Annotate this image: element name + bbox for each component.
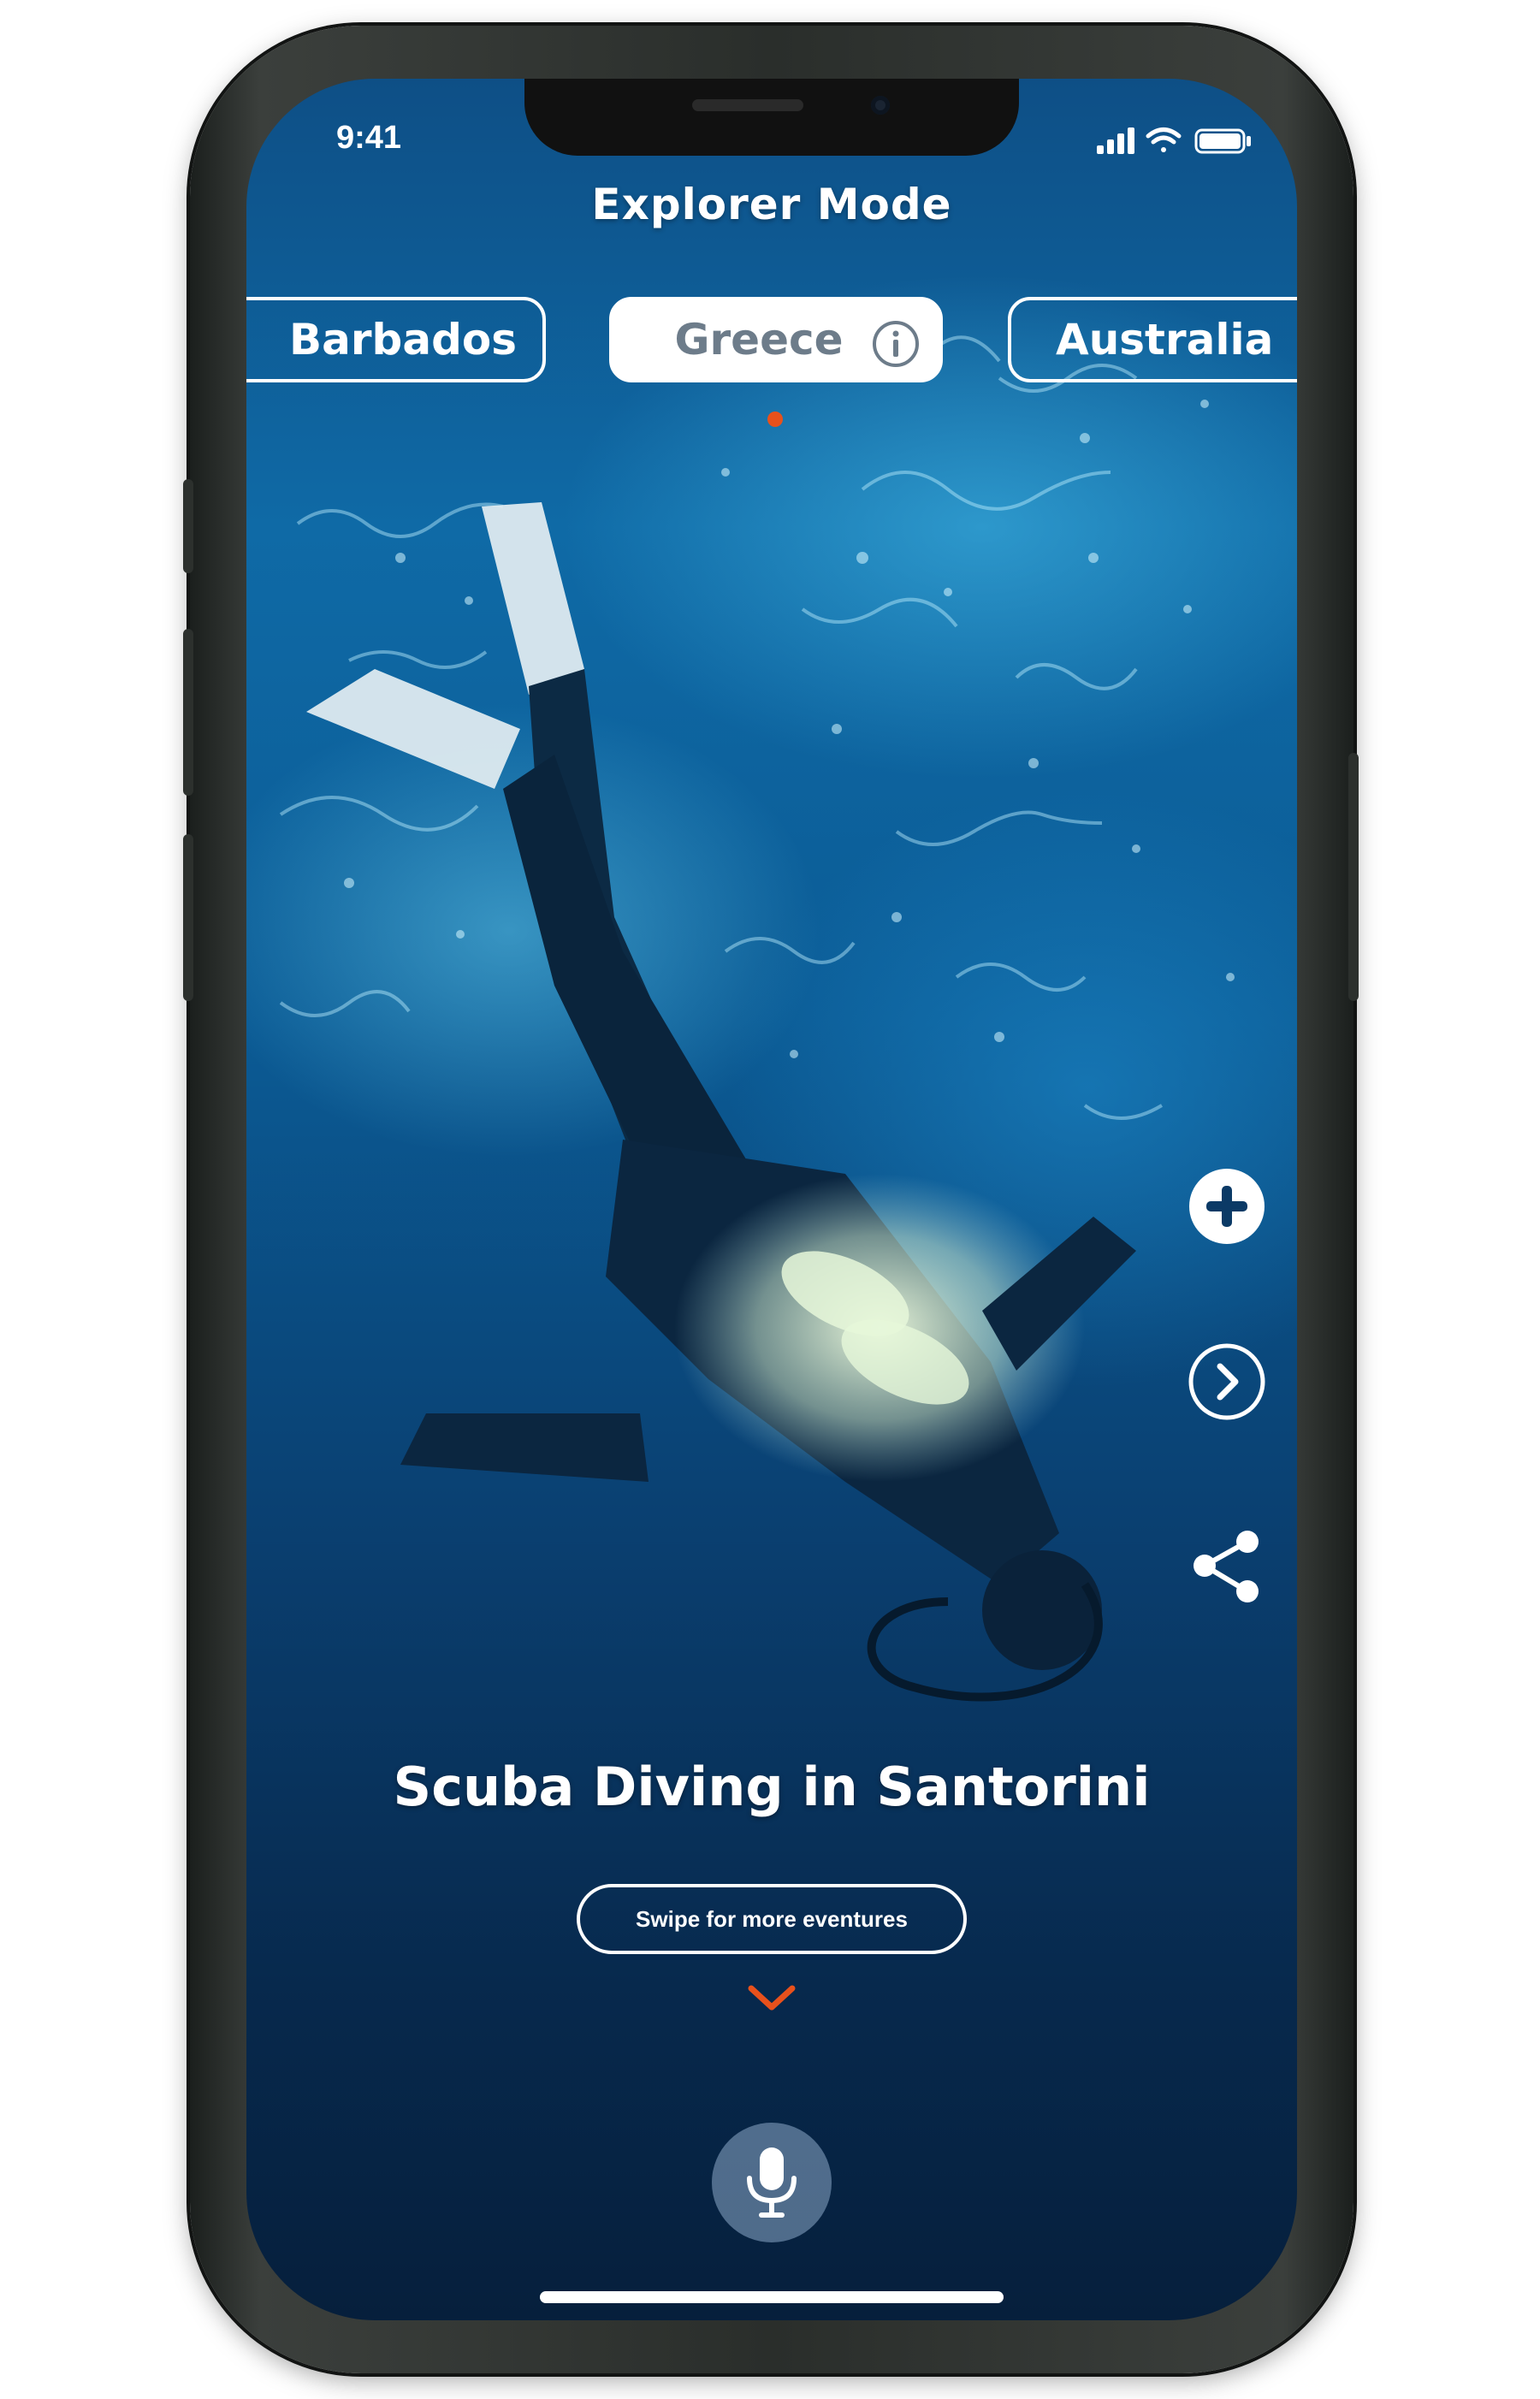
app-screen: 9:41 Explorer Mode Barbados Greece Austr… — [246, 79, 1297, 2320]
page-title: Explorer Mode — [591, 180, 952, 229]
earpiece-speaker — [692, 99, 803, 111]
plus-icon[interactable] — [1186, 1165, 1268, 1247]
phone-side-button-left-2 — [183, 629, 193, 796]
info-icon[interactable] — [871, 319, 921, 369]
battery-icon — [1194, 128, 1251, 154]
home-indicator[interactable] — [540, 2291, 1004, 2303]
tab-label: Australia — [1056, 315, 1274, 364]
tab-barbados[interactable]: Barbados — [246, 297, 546, 382]
chevron-down-icon[interactable] — [744, 1981, 799, 2016]
phone-notch — [524, 79, 1019, 156]
swipe-hint-label: Swipe for more eventures — [636, 1905, 908, 1932]
status-bar-icons — [1097, 127, 1251, 154]
tab-label: Barbados — [289, 315, 517, 364]
phone-side-button-right — [1348, 753, 1359, 1001]
tab-greece[interactable]: Greece — [609, 297, 943, 382]
microphone-icon — [747, 2147, 797, 2218]
wifi-icon — [1146, 127, 1182, 152]
front-camera — [871, 96, 890, 115]
phone-side-button-left-1 — [183, 479, 193, 573]
adventure-headline: Scuba Diving in Santorini — [393, 1756, 1151, 1818]
tab-label: Greece — [674, 315, 844, 364]
cellular-signal-icon — [1097, 127, 1134, 154]
status-bar-time: 9:41 — [336, 120, 402, 156]
voice-search-button[interactable] — [712, 2123, 832, 2242]
active-page-indicator — [767, 412, 783, 427]
share-icon[interactable] — [1186, 1525, 1268, 1607]
phone-side-button-left-3 — [183, 834, 193, 1001]
tab-australia[interactable]: Australia — [1008, 297, 1297, 382]
chevron-right-icon[interactable] — [1186, 1341, 1268, 1423]
swipe-hint-button[interactable]: Swipe for more eventures — [577, 1884, 967, 1954]
